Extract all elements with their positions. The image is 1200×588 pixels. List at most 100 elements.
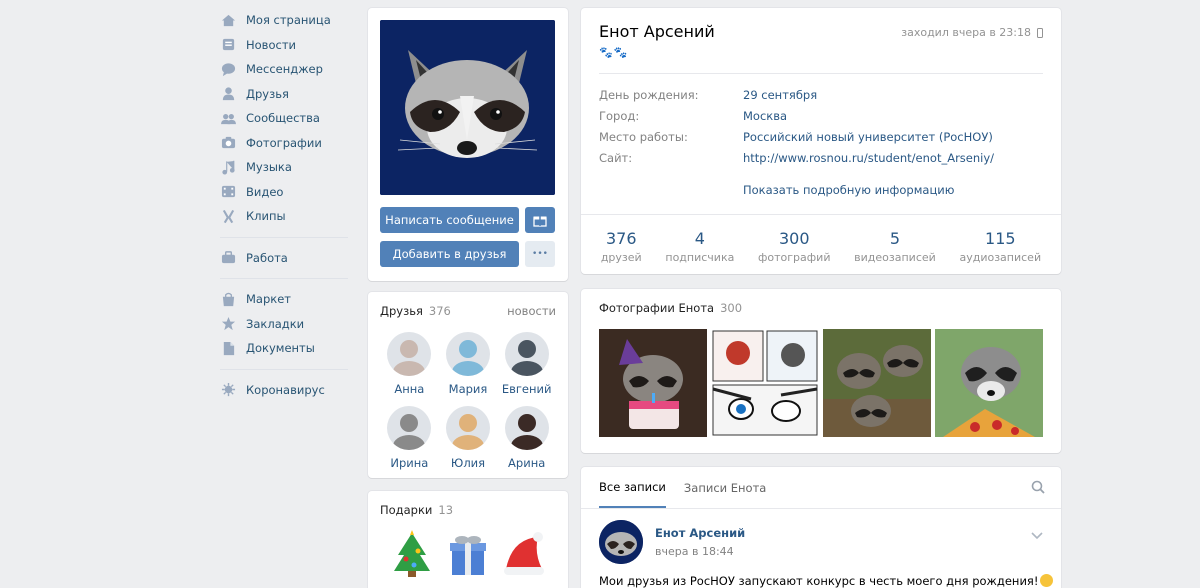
more-actions-button[interactable]: •••: [525, 241, 555, 267]
nav-item-label: Сообщества: [246, 111, 320, 126]
photo-baby-raccoons[interactable]: [823, 329, 931, 437]
friend-item[interactable]: Анна: [380, 332, 439, 396]
friend-item[interactable]: Юлия: [439, 406, 498, 470]
nav-item-market[interactable]: Маркет: [220, 287, 348, 312]
profile-counter[interactable]: 300 фотографий: [758, 215, 830, 274]
nav-separator: [220, 236, 348, 238]
photo-comic-strip[interactable]: [711, 329, 819, 437]
nav-item-video[interactable]: Видео: [220, 180, 348, 205]
profile-status[interactable]: 🐾🐾: [599, 46, 628, 59]
nav-item-news[interactable]: Новости: [220, 33, 348, 58]
nav-item-label: Маркет: [246, 292, 291, 307]
post-timestamp[interactable]: вчера в 18:44: [655, 545, 745, 558]
counter-label: друзей: [600, 251, 642, 264]
friend-name[interactable]: Евгений: [502, 382, 552, 396]
nav-item-camera[interactable]: Фотографии: [220, 131, 348, 156]
friend-avatar[interactable]: [504, 406, 549, 450]
add-friend-button[interactable]: Добавить в друзья: [380, 241, 519, 267]
gift-santa-hat[interactable]: [498, 529, 550, 581]
wall-search-button[interactable]: [1031, 480, 1045, 497]
post-menu-button[interactable]: [1031, 529, 1043, 543]
news-icon: [220, 37, 236, 53]
info-label: Сайт:: [599, 151, 633, 165]
tab-all-posts[interactable]: Все записи: [599, 467, 666, 508]
photo-raccoon-pizza[interactable]: [935, 329, 1043, 437]
info-value[interactable]: Москва: [743, 109, 787, 130]
gift-christmas-tree[interactable]: [386, 529, 438, 581]
photo-raccoon-birthday-cake[interactable]: [599, 329, 707, 437]
nav-item-home[interactable]: Моя страница: [220, 8, 348, 33]
gift-button[interactable]: [525, 207, 555, 233]
post-author-avatar[interactable]: [599, 520, 643, 564]
home-icon: [220, 12, 236, 28]
friend-name[interactable]: Ирина: [390, 456, 428, 470]
post-text: Мои друзья из РосНОУ запускают конкурс в…: [599, 574, 1054, 588]
friend-name[interactable]: Арина: [508, 456, 545, 470]
wall-block: Все записи Записи Енота Енот Арсений вче…: [581, 467, 1061, 588]
counter-label: аудиозаписей: [959, 251, 1042, 264]
photos-title[interactable]: Фотографии Енота: [599, 301, 714, 315]
profile-counter[interactable]: 4 подписчика: [665, 215, 734, 274]
friend-name[interactable]: Мария: [449, 382, 488, 396]
counter-value: 5: [889, 229, 901, 248]
send-message-button[interactable]: Написать сообщение: [380, 207, 519, 233]
nav-item-label: Коронавирус: [246, 382, 325, 397]
info-value[interactable]: Российский новый университет (РосНОУ): [743, 130, 993, 151]
nav-item-virus[interactable]: Коронавирус: [220, 378, 348, 403]
counter-value: 376: [605, 229, 637, 248]
friend-item[interactable]: Арина: [497, 406, 556, 470]
friend-avatar[interactable]: [387, 406, 432, 450]
nav-item-label: Новости: [246, 37, 296, 52]
nav-item-label: Музыка: [246, 160, 292, 175]
nav-item-briefcase[interactable]: Работа: [220, 246, 348, 271]
profile-counter[interactable]: 5 видеозаписей: [854, 215, 936, 274]
friend-name[interactable]: Юлия: [451, 456, 485, 470]
profile-name: Енот Арсений: [599, 22, 715, 41]
friend-avatar[interactable]: [445, 332, 490, 376]
photos-block: Фотографии Енота 300: [581, 289, 1061, 453]
online-status-text: заходил вчера в 23:18: [901, 26, 1031, 39]
profile-counter[interactable]: 376 друзей: [601, 215, 642, 274]
gifts-count: 13: [438, 503, 454, 517]
friend-item[interactable]: Ирина: [380, 406, 439, 470]
document-icon: [220, 340, 236, 356]
nav-item-star[interactable]: Закладки: [220, 312, 348, 337]
friend-avatar[interactable]: [445, 406, 490, 450]
raccoon-avatar-image: [380, 20, 555, 195]
nav-item-document[interactable]: Документы: [220, 336, 348, 361]
profile-avatar[interactable]: [380, 20, 555, 195]
friend-name[interactable]: Анна: [394, 382, 424, 396]
friend-avatar[interactable]: [387, 332, 432, 376]
star-icon: [220, 316, 236, 332]
info-value[interactable]: http://www.rosnou.ru/student/enot_Arseni…: [743, 151, 994, 172]
info-value[interactable]: 29 сентября: [743, 88, 817, 109]
nav-item-clips[interactable]: Клипы: [220, 204, 348, 229]
profile-counter[interactable]: 115 аудиозаписей: [959, 215, 1041, 274]
info-label: Место работы:: [599, 130, 688, 144]
nav-item-music[interactable]: Музыка: [220, 155, 348, 180]
profile-info-card: Енот Арсений 🐾🐾 заходил вчера в 23:18 Де…: [581, 8, 1061, 274]
tab-owner-posts[interactable]: Записи Енота: [684, 467, 766, 508]
gift-box[interactable]: [442, 529, 494, 581]
friend-item[interactable]: Мария: [439, 332, 498, 396]
nav-item-label: Мессенджер: [246, 62, 323, 77]
friends-title[interactable]: Друзья: [380, 304, 423, 318]
nav-item-friends[interactable]: Друзья: [220, 82, 348, 107]
gifts-title[interactable]: Подарки: [380, 503, 432, 517]
friend-avatar[interactable]: [504, 332, 549, 376]
nav-item-messenger[interactable]: Мессенджер: [220, 57, 348, 82]
nav-item-communities[interactable]: Сообщества: [220, 106, 348, 131]
friend-item[interactable]: Евгений: [497, 332, 556, 396]
friends-news-link[interactable]: новости: [507, 304, 556, 318]
info-row: День рождения: 29 сентября: [599, 88, 994, 109]
post-author-name[interactable]: Енот Арсений: [655, 526, 745, 540]
nav-item-label: Документы: [246, 341, 315, 356]
counter-label: подписчика: [665, 251, 735, 264]
nav-separator: [220, 278, 348, 279]
communities-icon: [220, 110, 236, 126]
nav-item-label: Работа: [246, 250, 288, 265]
info-rows: День рождения: 29 сентября Город: Москва Мес…: [599, 88, 994, 172]
info-row: Сайт: http://www.rosnou.ru/student/enot_A…: [599, 151, 994, 172]
show-more-info-link[interactable]: Показать подробную информацию: [743, 183, 954, 197]
online-status: заходил вчера в 23:18: [901, 26, 1043, 39]
